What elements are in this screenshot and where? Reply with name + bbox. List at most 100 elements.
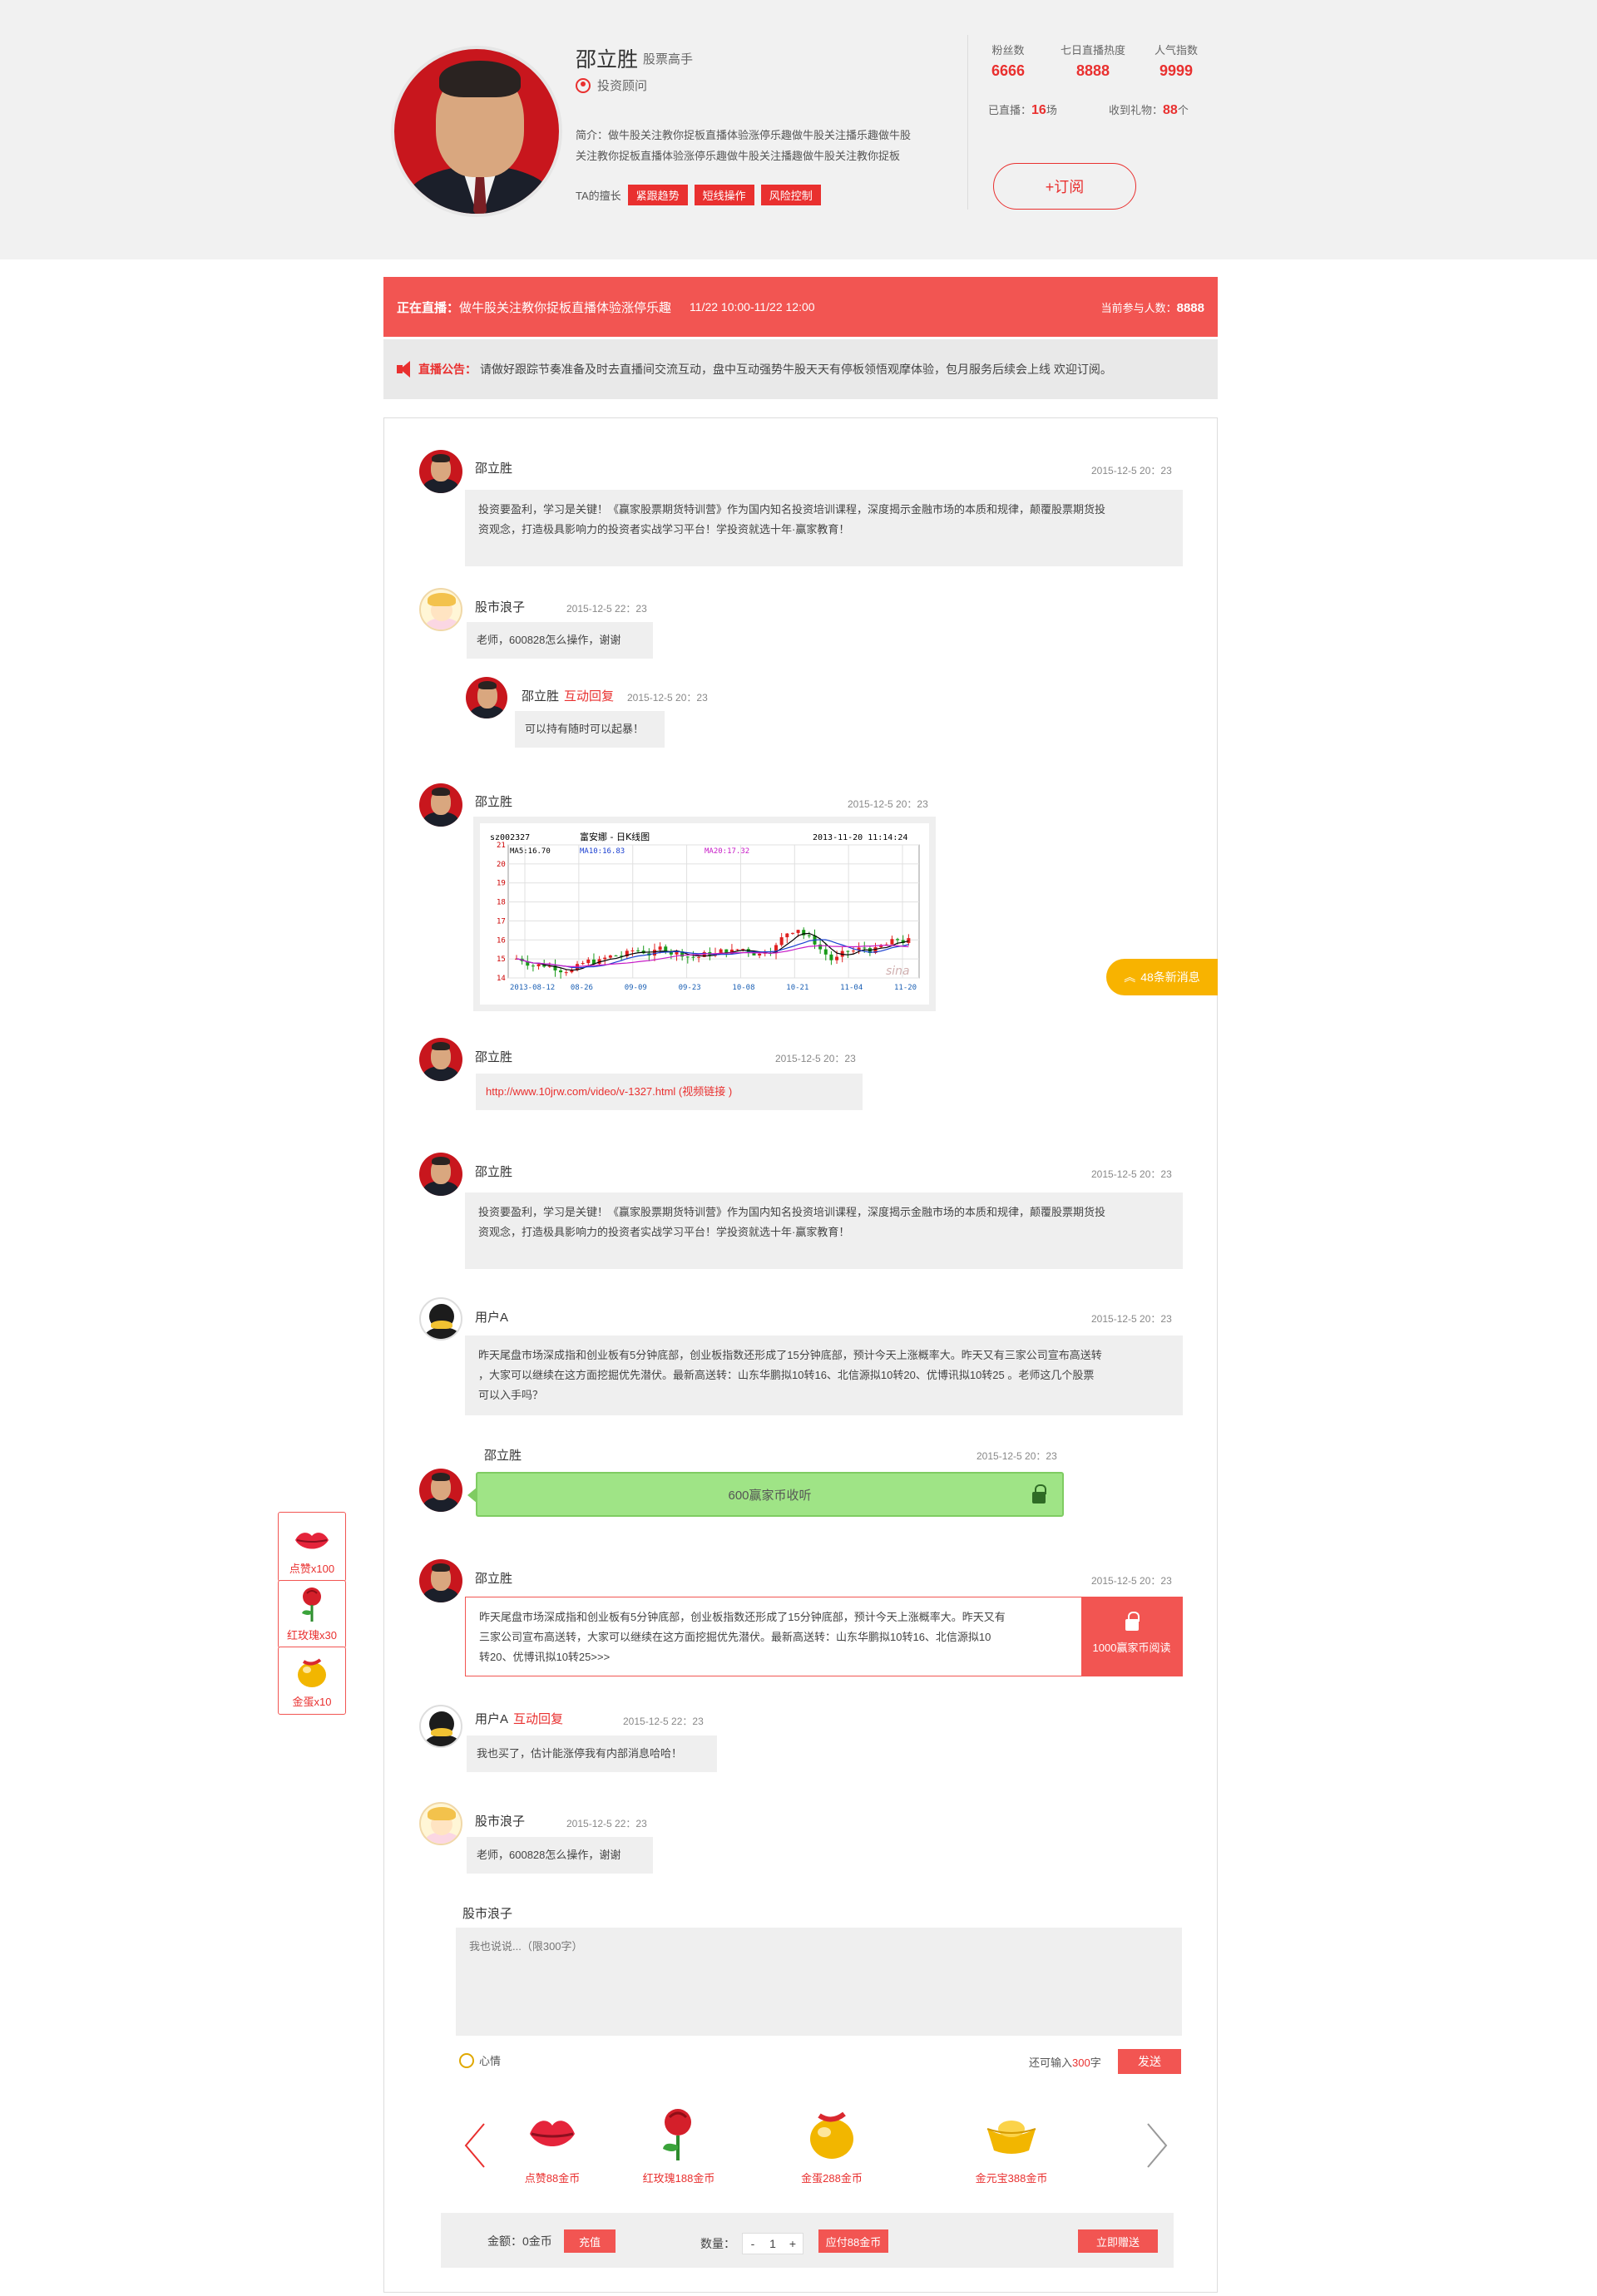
chevron-left-icon[interactable] — [462, 2121, 487, 2170]
side-gift-egg[interactable]: 金蛋x10 — [278, 1647, 346, 1715]
quantity-value[interactable]: 1 — [763, 2237, 783, 2250]
give-now-button[interactable]: 立即赠送 — [1078, 2229, 1158, 2253]
gift-lips[interactable]: 点赞88金币 — [502, 2104, 602, 2185]
candle — [603, 957, 607, 960]
avatar — [419, 1038, 462, 1081]
candle — [608, 955, 612, 958]
chart-y-tick: 18 — [497, 899, 506, 907]
gift-pay-bar: 金额：0金币 充值 数量： - 1 + 应付88金币 立即赠送 — [441, 2213, 1174, 2268]
recharge-button[interactable]: 充值 — [564, 2229, 616, 2253]
teacher-level: 股票高手 — [643, 52, 694, 67]
amount-due-button[interactable]: 应付88金币 — [818, 2229, 888, 2253]
message-time: 2015-12-5 20：23 — [627, 692, 708, 704]
paid-message-box: 昨天尾盘市场深成指和创业板有5分钟底部，创业板指数还形成了15分钟底部，预计今天… — [465, 1597, 1183, 1676]
teacher-name: 邵立胜 — [576, 48, 639, 72]
chart-y-tick: 20 — [497, 861, 506, 869]
speaker-icon — [395, 360, 413, 378]
intro-line: 简介：做牛股关注教你捉板直播体验涨停乐趣做牛股关注播乐趣做牛股 — [576, 129, 912, 141]
chart-x-tick: 08-26 — [571, 984, 593, 992]
message-author: 股市浪子 — [475, 600, 526, 615]
message-author: 邵立胜 — [475, 1165, 513, 1179]
candle — [581, 963, 585, 965]
subscribe-button[interactable]: +订阅 — [993, 163, 1136, 210]
coin-balance: 金额：0金币 — [487, 2234, 552, 2248]
avatar — [419, 1559, 462, 1602]
chart-y-tick: 15 — [497, 955, 506, 964]
gift-rose[interactable]: 红玫瑰188金币 — [629, 2104, 729, 2185]
lips-icon — [530, 2121, 575, 2146]
new-messages-label: 48条新消息 — [1140, 970, 1200, 984]
emoji-button[interactable]: 心情 — [459, 2052, 501, 2068]
new-messages-button[interactable]: ︽ 48条新消息 — [1106, 959, 1218, 995]
chart-x-tick: 10-08 — [732, 984, 754, 992]
candle — [685, 956, 690, 958]
chevrons-up-icon: ︽ — [1124, 970, 1136, 984]
decrement-button[interactable]: - — [743, 2237, 763, 2250]
message-author: 用户A 互动回复 — [475, 1712, 564, 1726]
chart-datetime: 2013-11-20 11:14:24 — [813, 833, 907, 842]
paid-read-button[interactable]: 1000赢家币阅读 — [1081, 1597, 1182, 1676]
teacher-role: 投资顾问 — [576, 77, 647, 94]
candle — [796, 930, 800, 933]
message-input[interactable] — [456, 1928, 1182, 2036]
rose-icon — [663, 2109, 691, 2160]
gift-ingot[interactable]: 金元宝388金币 — [962, 2104, 1061, 2185]
candle — [863, 947, 867, 949]
chart-x-tick: 10-21 — [786, 984, 808, 992]
live-status-bar: 正在直播： 做牛股关注教你捉板直播体验涨停乐趣 11/22 10:00-11/2… — [383, 277, 1218, 337]
golden-egg-icon — [298, 1658, 326, 1687]
message-bubble: 可以持有随时可以起暴！ — [515, 711, 665, 748]
lock-icon — [1125, 1611, 1140, 1631]
chart-y-tick: 14 — [497, 975, 506, 983]
increment-button[interactable]: + — [783, 2237, 803, 2250]
candle — [586, 959, 591, 964]
message-time: 2015-12-5 20：23 — [1091, 1168, 1172, 1180]
notice-label: 直播公告： — [418, 363, 477, 376]
rose-icon — [302, 1587, 321, 1622]
message-time: 2015-12-5 20：23 — [1091, 1313, 1172, 1325]
message-time: 2015-12-5 20：23 — [1091, 465, 1172, 476]
lock-icon — [1032, 1484, 1046, 1504]
candle — [829, 954, 833, 960]
send-button[interactable]: 发送 — [1118, 2049, 1181, 2074]
candle — [785, 933, 789, 938]
char-counter: 还可输入300字 — [1029, 2057, 1101, 2069]
candle — [658, 946, 662, 950]
participants: 当前参与人数：8888 — [1100, 300, 1204, 315]
candle — [691, 956, 695, 958]
avatar — [419, 1705, 462, 1748]
candle — [636, 950, 640, 951]
side-gift-rose[interactable]: 红玫瑰x30 — [278, 1580, 346, 1648]
message-time: 2015-12-5 22：23 — [566, 1818, 647, 1829]
skill-tag: 紧跟趋势 — [627, 185, 688, 205]
candle — [790, 932, 794, 934]
message-bubble: 昨天尾盘市场深成指和创业板有5分钟底部，创业板指数还形成了15分钟底部，预计今天… — [465, 1336, 1183, 1415]
candle — [835, 956, 839, 960]
kline-chart-image[interactable]: sz002327 富安娜 - 日K线图 2013-11-20 11:14:24 … — [473, 817, 936, 1011]
gold-ingot-icon — [986, 2121, 1036, 2154]
message-author: 邵立胜 — [475, 1050, 513, 1064]
message-author: 用户A — [475, 1311, 509, 1325]
message-author: 邵立胜 互动回复 — [522, 689, 615, 704]
chart-title: 富安娜 - 日K线图 — [580, 831, 650, 842]
quantity-group: 数量： - 1 + — [700, 2233, 803, 2254]
skill-tag: 短线操作 — [694, 185, 754, 205]
quantity-stepper[interactable]: - 1 + — [742, 2233, 803, 2254]
candle — [536, 964, 541, 966]
paid-listen-button[interactable]: 600赢家币收听 — [467, 1472, 1064, 1517]
skills-label: TA的擅长 — [576, 190, 621, 202]
message-author: 邵立胜 — [484, 1449, 522, 1463]
live-notice: 直播公告： 请做好跟踪节奏准备及时去直播间交流互动，盘中互动强势牛股天天有停板领… — [383, 339, 1218, 399]
chevron-right-icon[interactable] — [1145, 2121, 1169, 2170]
candle — [564, 972, 568, 974]
chart-x-tick: 2013-08-12 — [510, 984, 555, 992]
stat-fans: 粉丝数 6666 — [991, 44, 1026, 79]
message-time: 2015-12-5 20：23 — [848, 798, 928, 810]
gift-egg[interactable]: 金蛋288金币 — [782, 2104, 882, 2185]
video-link[interactable]: http://www.10jrw.com/video/v-1327.html (… — [486, 1085, 732, 1098]
message-bubble: 我也买了，估计能涨停我有内部消息哈哈！ — [467, 1736, 717, 1772]
candle — [823, 949, 828, 955]
candle — [896, 939, 900, 941]
side-gift-like[interactable]: 点赞x100 — [278, 1512, 346, 1582]
composer-username: 股市浪子 — [462, 1907, 513, 1921]
